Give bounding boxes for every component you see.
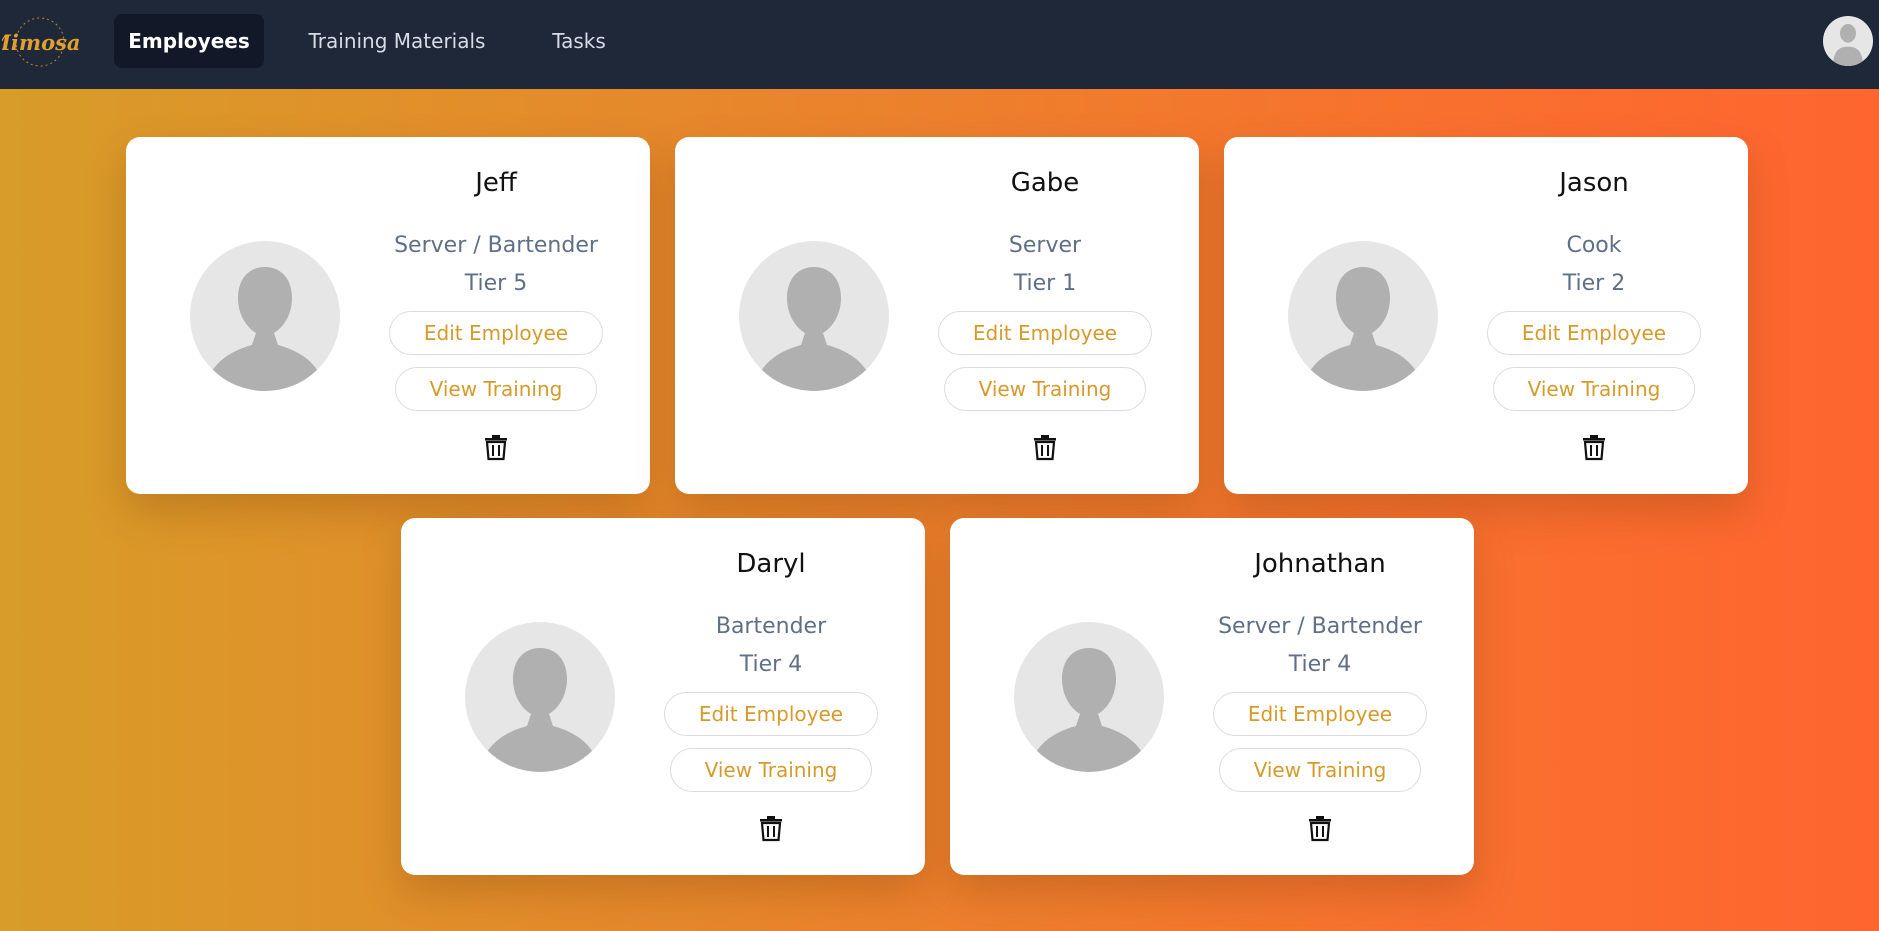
employee-name: Johnathan — [1254, 549, 1386, 579]
mimosas-logo[interactable]: Mimosas — [0, 14, 93, 70]
view-training-button[interactable]: View Training — [669, 748, 873, 792]
edit-employee-button[interactable]: Edit Employee — [1212, 692, 1428, 736]
delete-trash-icon[interactable] — [1307, 814, 1333, 842]
top-navbar: Mimosas Employees Training Materials Tas… — [0, 0, 1879, 89]
view-training-button[interactable]: View Training — [1218, 748, 1422, 792]
employee-tier: Tier 4 — [739, 652, 803, 677]
employee-tier: Tier 5 — [464, 271, 528, 296]
employee-avatar — [465, 622, 615, 772]
delete-trash-icon[interactable] — [1032, 433, 1058, 461]
employee-card: Daryl Bartender Tier 4 Edit Employee Vie… — [401, 518, 925, 875]
view-training-button[interactable]: View Training — [943, 367, 1147, 411]
employee-info: Jeff Server / Bartender Tier 5 Edit Empl… — [376, 165, 616, 461]
employee-role: Server / Bartender — [394, 233, 598, 258]
svg-text:Mimosas: Mimosas — [2, 30, 80, 55]
view-training-button[interactable]: View Training — [1492, 367, 1696, 411]
tab-tasks[interactable]: Tasks — [536, 14, 622, 68]
person-silhouette-icon — [1028, 648, 1150, 772]
person-silhouette-icon — [753, 267, 875, 391]
employee-avatar — [190, 241, 340, 391]
employee-info: Daryl Bartender Tier 4 Edit Employee Vie… — [651, 546, 891, 842]
employee-role: Server / Bartender — [1218, 614, 1422, 639]
employee-info: Johnathan Server / Bartender Tier 4 Edit… — [1200, 546, 1440, 842]
person-silhouette-icon — [479, 648, 601, 772]
employee-name: Jason — [1559, 168, 1629, 198]
tab-training-materials[interactable]: Training Materials — [294, 14, 500, 68]
employee-card: Jason Cook Tier 2 Edit Employee View Tra… — [1224, 137, 1748, 494]
edit-employee-button[interactable]: Edit Employee — [937, 311, 1153, 355]
user-avatar-icon[interactable] — [1823, 16, 1873, 66]
employee-avatar — [1288, 241, 1438, 391]
employee-info: Jason Cook Tier 2 Edit Employee View Tra… — [1474, 165, 1714, 461]
employee-name: Gabe — [1010, 168, 1080, 198]
edit-employee-button[interactable]: Edit Employee — [663, 692, 879, 736]
employee-card: Johnathan Server / Bartender Tier 4 Edit… — [950, 518, 1474, 875]
edit-employee-button[interactable]: Edit Employee — [388, 311, 604, 355]
view-training-button[interactable]: View Training — [394, 367, 598, 411]
employee-info: Gabe Server Tier 1 Edit Employee View Tr… — [925, 165, 1165, 461]
delete-trash-icon[interactable] — [1581, 433, 1607, 461]
delete-trash-icon[interactable] — [758, 814, 784, 842]
employee-card: Gabe Server Tier 1 Edit Employee View Tr… — [675, 137, 1199, 494]
person-silhouette-icon — [1302, 267, 1424, 391]
employee-card: Jeff Server / Bartender Tier 5 Edit Empl… — [126, 137, 650, 494]
employee-name: Jeff — [475, 168, 517, 198]
employee-tier: Tier 2 — [1562, 271, 1626, 296]
delete-trash-icon[interactable] — [483, 433, 509, 461]
employee-role: Server — [1008, 233, 1082, 258]
person-silhouette-icon — [204, 267, 326, 391]
employee-role: Bartender — [715, 614, 827, 639]
edit-employee-button[interactable]: Edit Employee — [1486, 311, 1702, 355]
employee-name: Daryl — [736, 549, 806, 579]
employee-tier: Tier 1 — [1013, 271, 1077, 296]
employee-avatar — [1014, 622, 1164, 772]
employee-role: Cook — [1566, 233, 1622, 258]
employee-avatar — [739, 241, 889, 391]
tab-employees[interactable]: Employees — [114, 14, 264, 68]
employee-tier: Tier 4 — [1288, 652, 1352, 677]
